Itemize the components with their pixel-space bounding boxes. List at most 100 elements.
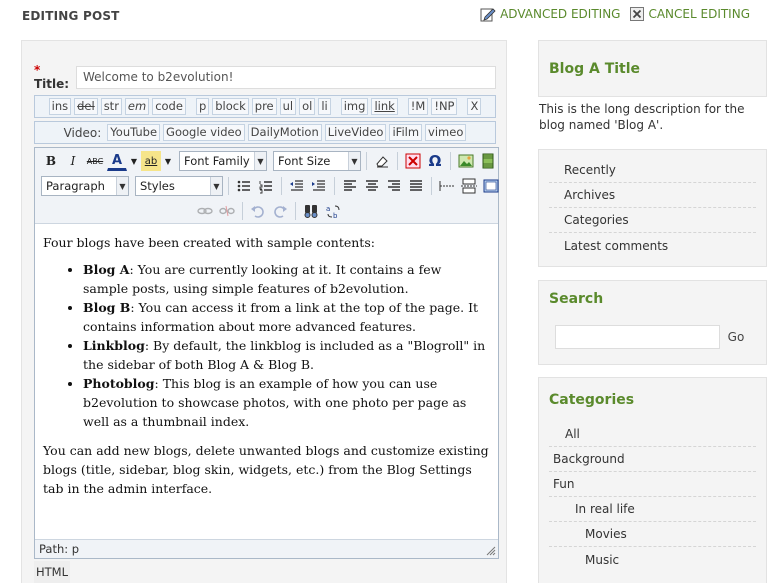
background-color-icon[interactable]: ab: [141, 151, 161, 171]
fullscreen-icon[interactable]: [481, 176, 501, 196]
sidebar-item-recently[interactable]: Recently: [549, 158, 756, 183]
qt-p-button[interactable]: p: [195, 98, 210, 115]
align-justify-icon[interactable]: [406, 176, 426, 196]
search-go-button[interactable]: Go: [724, 325, 748, 349]
editor-content[interactable]: Four blogs have been created with sample…: [35, 224, 498, 540]
blog-title[interactable]: Blog A Title: [539, 61, 650, 77]
video-dailymotion-button[interactable]: DailyMotion: [247, 124, 322, 141]
resize-grip-icon[interactable]: [486, 546, 496, 556]
font-size-value: Font Size: [278, 154, 331, 168]
outdent-icon[interactable]: [287, 176, 307, 196]
qt-ol-button[interactable]: ol: [299, 98, 316, 115]
redo-icon[interactable]: [270, 201, 290, 221]
html-tab[interactable]: HTML: [34, 561, 70, 583]
video-label: Video:: [63, 125, 102, 140]
qt-block-button[interactable]: block: [212, 98, 249, 115]
bullet-list-icon[interactable]: [234, 176, 254, 196]
content-outro: You can add new blogs, delete unwanted b…: [43, 443, 489, 496]
advanced-editing-label: ADVANCED EDITING: [500, 7, 621, 21]
list-item-text: : You can access it from a link at the t…: [83, 300, 479, 334]
find-icon[interactable]: [301, 201, 321, 221]
text-color-dropdown-icon[interactable]: ▼: [129, 151, 139, 171]
sidebar-item-latest-comments[interactable]: Latest comments: [549, 233, 756, 258]
qt-close-button[interactable]: X: [467, 98, 482, 115]
horizontal-rule-icon[interactable]: [437, 176, 457, 196]
rich-text-editor: B I ABC A ▼ ab ▼ Font Family ▼ Font Size…: [34, 147, 499, 559]
cancel-editing-link[interactable]: CANCEL EDITING: [630, 6, 750, 22]
categories-title: Categories: [549, 392, 635, 408]
title-input[interactable]: [76, 65, 496, 89]
categories-widget: Categories All Background Fun In real li…: [538, 377, 767, 583]
qt-str-button[interactable]: str: [100, 98, 122, 115]
category-item-in-real-life[interactable]: In real life: [549, 497, 756, 522]
bold-icon[interactable]: B: [41, 151, 61, 171]
page-title: EDITING POST: [22, 9, 120, 23]
category-item-music[interactable]: Music: [549, 547, 756, 572]
italic-icon[interactable]: I: [63, 151, 83, 171]
video-youtube-button[interactable]: YouTube: [107, 124, 161, 141]
font-family-value: Font Family: [184, 154, 250, 168]
undo-icon[interactable]: [248, 201, 268, 221]
qt-code-button[interactable]: code: [152, 98, 186, 115]
styles-select[interactable]: Styles ▼: [135, 176, 223, 196]
special-char-icon[interactable]: Ω: [425, 151, 445, 171]
category-item-fun[interactable]: Fun: [549, 472, 756, 497]
links-widget: Recently Archives Categories Latest comm…: [538, 149, 767, 267]
qt-nextpage-button[interactable]: !NP: [431, 98, 458, 115]
qt-li-button[interactable]: li: [318, 98, 331, 115]
advanced-editing-link[interactable]: ADVANCED EDITING: [480, 6, 620, 22]
blog-title-widget: Blog A Title: [538, 40, 767, 97]
search-input[interactable]: [555, 325, 720, 349]
text-color-icon[interactable]: A: [107, 151, 127, 171]
svg-text:a: a: [326, 205, 330, 213]
align-right-icon[interactable]: [384, 176, 404, 196]
qt-img-button[interactable]: img: [340, 98, 369, 115]
styles-value: Styles: [140, 179, 175, 193]
category-item-background[interactable]: Background: [549, 447, 756, 472]
qt-link-button[interactable]: link: [371, 98, 398, 115]
align-center-icon[interactable]: [362, 176, 382, 196]
video-vimeo-button[interactable]: vimeo: [425, 124, 467, 141]
insert-media-icon[interactable]: [478, 151, 498, 171]
category-item-all[interactable]: All: [549, 422, 756, 447]
qt-ins-button[interactable]: ins: [48, 98, 72, 115]
font-family-select[interactable]: Font Family ▼: [179, 151, 267, 171]
insert-image-icon[interactable]: [456, 151, 476, 171]
qt-more-button[interactable]: !M: [407, 98, 429, 115]
title-label: * Title:: [34, 63, 76, 91]
unlink-icon[interactable]: [217, 201, 237, 221]
format-value: Paragraph: [46, 179, 105, 193]
qt-del-button[interactable]: del: [74, 98, 98, 115]
page-break-icon[interactable]: [459, 176, 479, 196]
numbered-list-icon[interactable]: [256, 176, 276, 196]
toolbar-row-2: Paragraph ▼ Styles ▼: [41, 176, 501, 196]
sidebar-item-categories[interactable]: Categories: [549, 208, 756, 233]
font-size-select[interactable]: Font Size ▼: [273, 151, 361, 171]
editor-toolbar: B I ABC A ▼ ab ▼ Font Family ▼ Font Size…: [35, 148, 501, 224]
qt-ul-button[interactable]: ul: [279, 98, 297, 115]
align-left-icon[interactable]: [340, 176, 360, 196]
indent-icon[interactable]: [309, 176, 329, 196]
format-select[interactable]: Paragraph ▼: [41, 176, 129, 196]
eraser-icon[interactable]: [372, 151, 392, 171]
strikethrough-icon[interactable]: ABC: [85, 151, 105, 171]
qt-pre-button[interactable]: pre: [251, 98, 277, 115]
sidebar-item-archives[interactable]: Archives: [549, 183, 756, 208]
list-item: Blog B: You can access it from a link at…: [83, 298, 490, 336]
video-google-button[interactable]: Google video: [163, 124, 245, 141]
sidebar: Blog A Title This is the long descriptio…: [538, 40, 767, 583]
title-label-text: Title:: [34, 77, 70, 91]
video-livevideo-button[interactable]: LiveVideo: [324, 124, 387, 141]
svg-text:b: b: [333, 212, 338, 219]
remove-format-icon[interactable]: [403, 151, 423, 171]
list-item-name: Photoblog: [83, 376, 155, 391]
video-ifilm-button[interactable]: iFilm: [389, 124, 423, 141]
editor-statusbar: Path: p: [35, 539, 498, 558]
background-color-dropdown-icon[interactable]: ▼: [163, 151, 173, 171]
replace-icon[interactable]: ab: [323, 201, 343, 221]
top-actions: ADVANCED EDITING CANCEL EDITING: [480, 6, 750, 22]
link-icon[interactable]: [195, 201, 215, 221]
category-item-movies[interactable]: Movies: [549, 522, 756, 547]
video-bar: Video: YouTube Google video DailyMotion …: [34, 121, 496, 144]
qt-em-button[interactable]: em: [124, 98, 150, 115]
